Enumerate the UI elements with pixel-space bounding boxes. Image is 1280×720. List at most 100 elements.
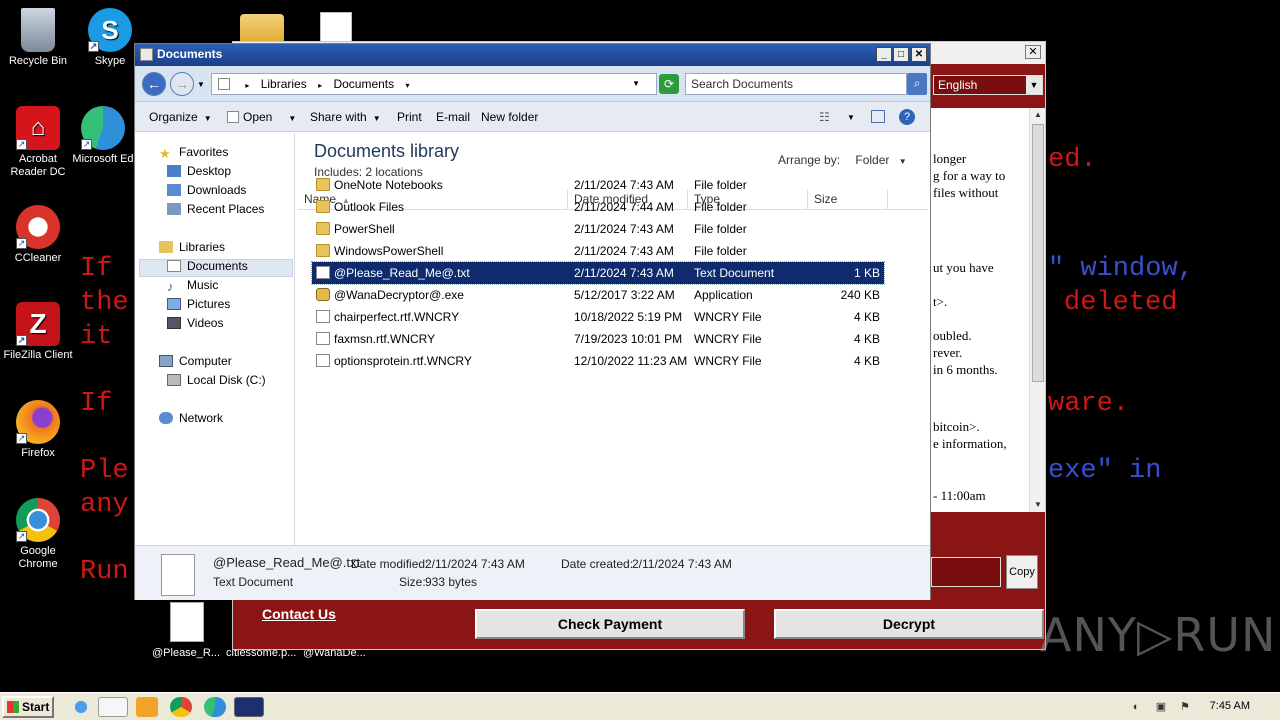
minimize-icon[interactable]: _ [876, 47, 892, 62]
table-row[interactable]: @Please_Read_Me@.txt 2/11/2024 7:43 AM Tex… [311, 261, 885, 285]
search-icon[interactable]: ⌕ [907, 73, 927, 95]
document-icon[interactable] [320, 12, 352, 44]
clock[interactable]: 7:45 AM [1210, 700, 1250, 712]
table-row[interactable]: @WanaDecryptor@.exe 5/12/2017 3:22 AM Appl… [312, 284, 884, 306]
nav-favorites[interactable]: ★ Favorites [159, 143, 228, 161]
downloads-icon [167, 184, 181, 196]
close-icon[interactable]: ✕ [1025, 45, 1041, 59]
edge-taskbar-icon[interactable] [204, 697, 226, 717]
nav-documents[interactable]: Documents [167, 257, 248, 275]
breadcrumb-dropdown-icon[interactable]: ▾ [405, 81, 409, 90]
nav-videos[interactable]: Videos [167, 314, 223, 332]
chevron-down-icon[interactable]: ▼ [847, 113, 855, 122]
scroll-down-icon[interactable]: ▼ [1030, 498, 1045, 512]
desktop-icon-label: CCleaner [14, 252, 62, 264]
folder-icon [316, 222, 330, 235]
flag-tray-icon[interactable]: ⚑ [1178, 700, 1192, 714]
copy-button[interactable]: Copy [1006, 555, 1038, 589]
nav-music[interactable]: ♪ Music [167, 276, 218, 294]
chrome-taskbar-icon[interactable] [170, 697, 192, 717]
preview-pane-icon[interactable] [871, 110, 885, 123]
breadcrumb[interactable]: ▸ Libraries ▸ Documents ▾ ▼ [211, 73, 657, 95]
desktop-icon-edge[interactable]: ↗ Microsoft Ed [72, 106, 134, 166]
volume-icon[interactable]: ◖ [1128, 700, 1142, 714]
file-icon [316, 332, 330, 345]
nav-pictures[interactable]: Pictures [167, 295, 230, 313]
desktop-icon-chrome[interactable]: ↗ Google Chrome [0, 498, 76, 571]
table-row[interactable]: OneNote Notebooks 2/11/2024 7:43 AM File f… [312, 174, 884, 196]
chevron-down-icon[interactable]: ▼ [197, 80, 205, 89]
scrollbar-thumb[interactable] [1032, 124, 1044, 382]
nav-local-disk[interactable]: Local Disk (C:) [167, 371, 266, 389]
ransom-bg-text: the [80, 288, 129, 318]
desktop-icon-filezilla[interactable]: Z ↗ FileZilla Client [0, 302, 76, 362]
organize-button[interactable]: Organize ▼ [149, 110, 212, 124]
breadcrumb-libraries[interactable]: Libraries [261, 77, 307, 91]
desktop-file-icon[interactable] [170, 602, 204, 642]
close-icon[interactable]: ✕ [911, 47, 927, 62]
cell-name: @WanaDecryptor@.exe [334, 288, 464, 302]
nav-recent-places[interactable]: Recent Places [167, 200, 264, 218]
nav-desktop[interactable]: Desktop [167, 162, 231, 180]
desktop-icon-ccleaner[interactable]: ↗ CCleaner [0, 205, 76, 265]
desktop-icon-acrobat[interactable]: ⌂ ↗ Acrobat Reader DC [0, 106, 76, 179]
table-row[interactable]: WindowsPowerShell 2/11/2024 7:43 AM File f… [312, 240, 884, 262]
forward-icon[interactable]: → [170, 72, 194, 96]
table-row[interactable]: optionsprotein.rtf.WNCRY 12/10/2022 11:23… [312, 350, 884, 372]
network-tray-icon[interactable]: ▣ [1154, 700, 1168, 714]
details-modified-value: 2/11/2024 7:43 AM [425, 557, 525, 571]
language-select[interactable]: English ▼ [933, 75, 1043, 95]
vertical-scrollbar[interactable]: ▲ ▼ [1029, 108, 1045, 512]
nav-label: Network [179, 411, 224, 425]
desktop-icon-label: Acrobat Reader DC [10, 153, 66, 178]
arrange-by-value[interactable]: Folder [855, 153, 889, 167]
filezilla-icon: Z ↗ [16, 302, 60, 346]
start-label: Start [22, 700, 50, 714]
file-icon [316, 266, 330, 279]
scroll-up-icon[interactable]: ▲ [1030, 108, 1045, 122]
arrange-by-control[interactable]: Arrange by: Folder ▼ [778, 153, 907, 167]
chevron-down-icon[interactable]: ▼ [632, 74, 640, 94]
table-row[interactable]: chairperfect.rtf.WNCRY 10/18/2022 5:19 PM… [312, 306, 884, 328]
nav-downloads[interactable]: Downloads [167, 181, 246, 199]
table-row[interactable]: faxmsn.rtf.WNCRY 7/19/2023 10:01 PM WNCRY … [312, 328, 884, 350]
print-button[interactable]: Print [397, 110, 422, 124]
handshake-icon[interactable] [240, 14, 284, 44]
view-options-icon[interactable]: ☷ [819, 110, 830, 124]
table-row[interactable]: PowerShell 2/11/2024 7:43 AM File folder [312, 218, 884, 240]
contact-us-link[interactable]: Contact Us [262, 606, 336, 622]
ransom-message-line: oubled. [933, 328, 972, 343]
internet-explorer-icon[interactable] [70, 697, 92, 717]
help-icon[interactable]: ? [899, 109, 915, 125]
open-button[interactable]: Open ▼ [227, 110, 296, 124]
media-player-icon[interactable] [136, 697, 158, 717]
maximize-icon[interactable]: □ [893, 47, 909, 62]
email-button[interactable]: E-mail [436, 110, 470, 124]
chevron-down-icon[interactable]: ▼ [899, 157, 907, 166]
refresh-icon[interactable]: ⟳ [659, 74, 679, 94]
nav-libraries[interactable]: Libraries [159, 238, 225, 256]
wanadecryptor-taskbar-icon[interactable] [234, 697, 264, 717]
desktop-icon-firefox[interactable]: ↗ Firefox [0, 400, 76, 460]
cell-date: 2/11/2024 7:44 AM [574, 200, 674, 214]
nav-network[interactable]: Network [159, 409, 223, 427]
start-button[interactable]: Start [2, 696, 54, 718]
search-input[interactable]: Search Documents [685, 73, 907, 95]
back-icon[interactable]: ← [142, 72, 166, 96]
bitcoin-address-field[interactable] [931, 557, 1001, 587]
desktop-file-label[interactable]: @Please_R... [152, 647, 220, 659]
open-label: Open [243, 110, 273, 124]
check-payment-button[interactable]: Check Payment [475, 609, 745, 639]
desktop-icon-recycle-bin[interactable]: Recycle Bin [0, 8, 76, 68]
ransom-bg-text: any [80, 490, 129, 520]
ccleaner-icon: ↗ [16, 205, 60, 249]
share-with-button[interactable]: Share with ▼ [310, 110, 381, 124]
desktop-icon-label: Microsoft Ed [72, 153, 134, 165]
nav-computer[interactable]: Computer [159, 352, 232, 370]
chevron-down-icon[interactable]: ▼ [1026, 76, 1042, 94]
explorer-taskbar-icon[interactable] [98, 697, 128, 717]
decrypt-button[interactable]: Decrypt [774, 609, 1044, 639]
new-folder-button[interactable]: New folder [481, 110, 538, 124]
table-row[interactable]: Outlook Files 2/11/2024 7:44 AM File folde… [312, 196, 884, 218]
breadcrumb-documents[interactable]: Documents [333, 77, 394, 91]
